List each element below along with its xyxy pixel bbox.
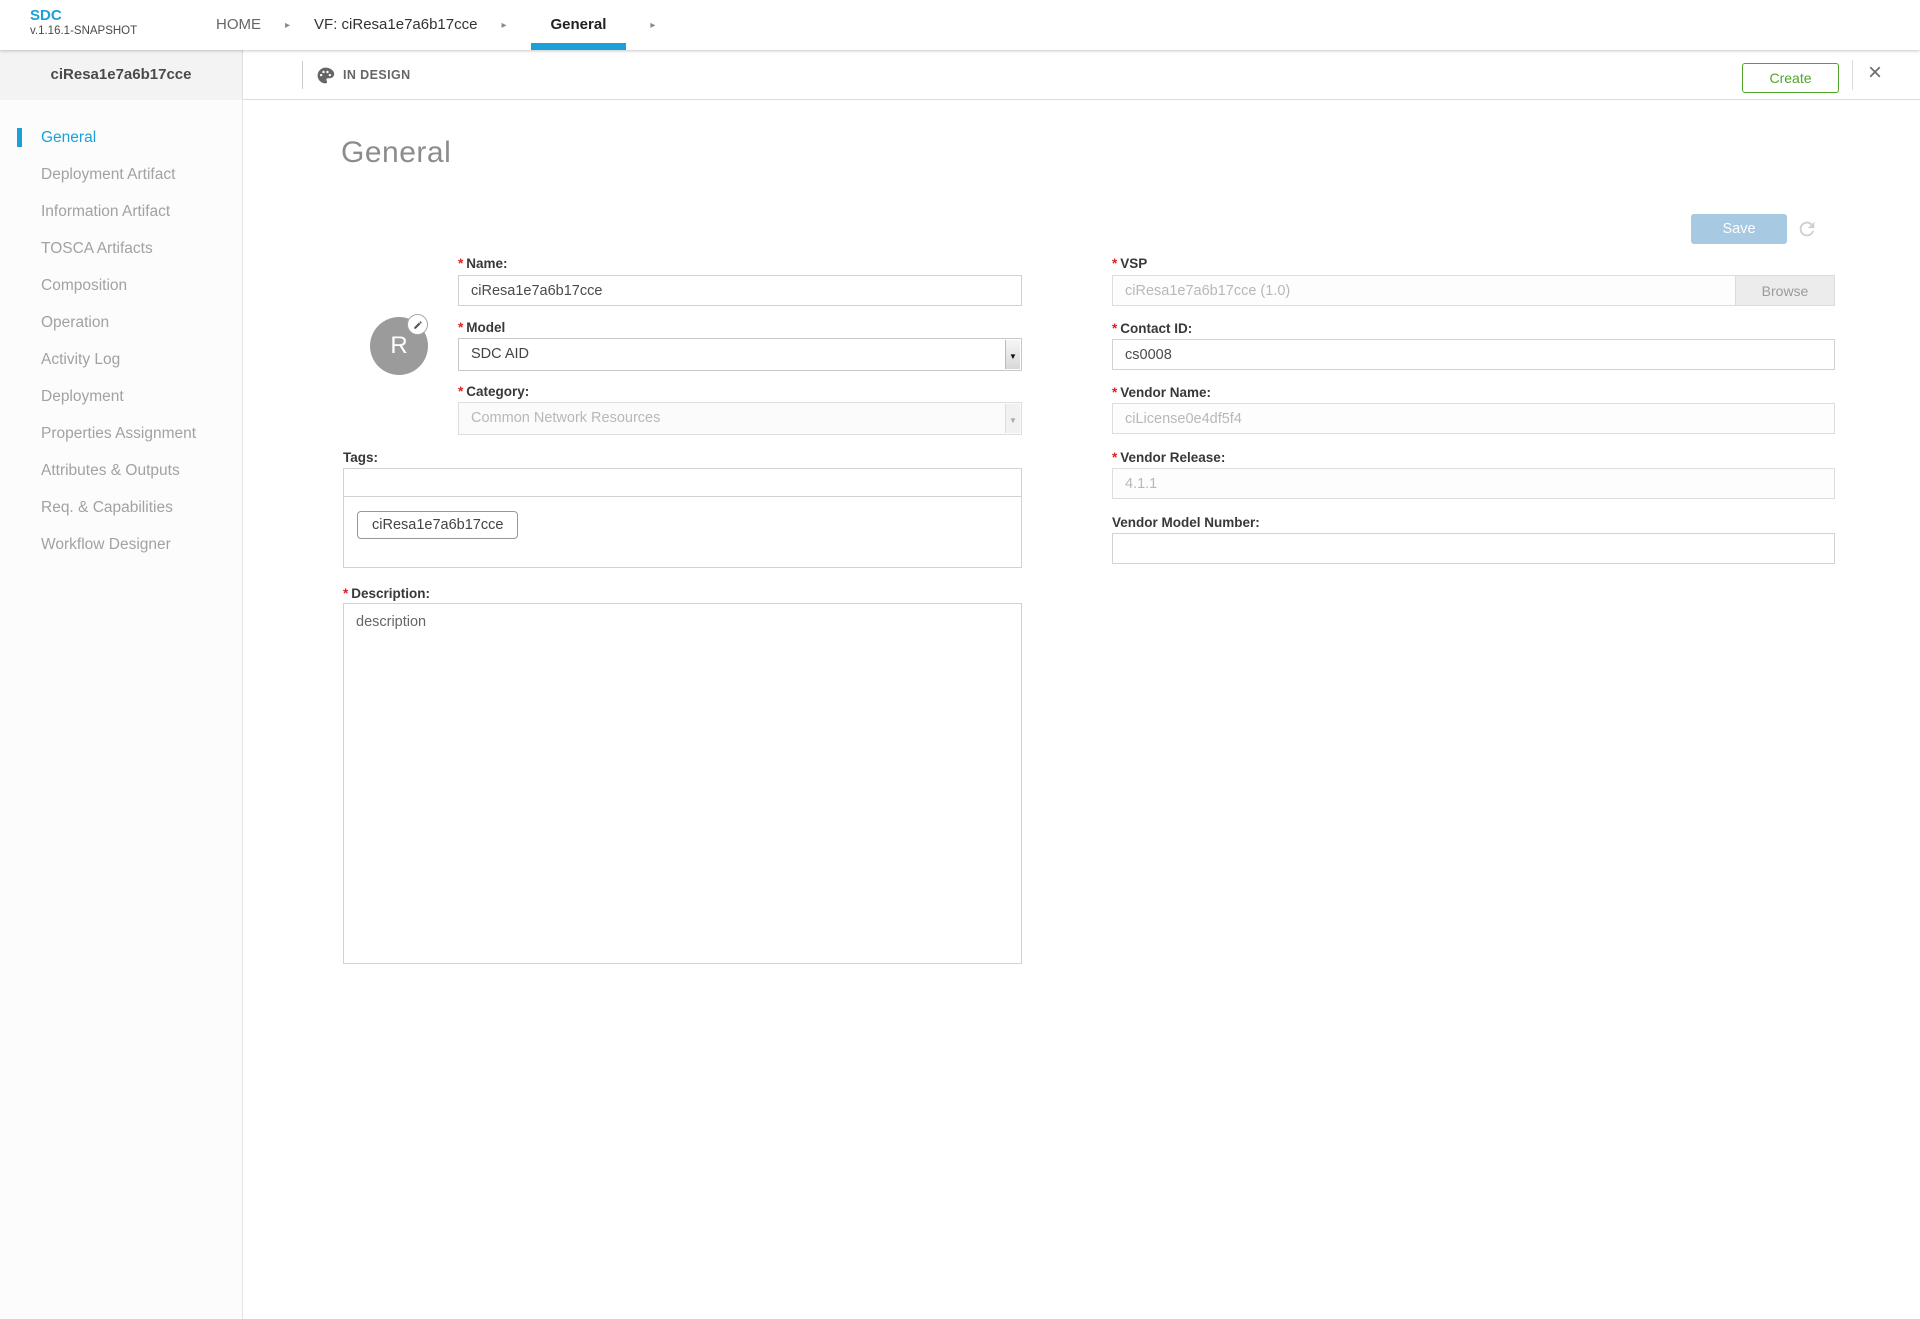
page-title: General — [341, 136, 451, 170]
name-label: *Name: — [458, 256, 508, 271]
chevron-down-icon: ▼ — [1005, 404, 1020, 433]
close-icon[interactable]: × — [1858, 50, 1892, 100]
edit-avatar-icon[interactable] — [407, 314, 428, 335]
tags-label: Tags: — [343, 450, 378, 465]
sidebar-item-operation[interactable]: Operation — [0, 304, 242, 341]
category-select-value: Common Network Resources — [471, 410, 660, 426]
breadcrumb-vf[interactable]: VF: ciResa1e7a6b17cce — [314, 0, 477, 50]
breadcrumb-home[interactable]: HOME — [216, 0, 261, 50]
tag-chip[interactable]: ciResa1e7a6b17cce — [357, 511, 518, 539]
top-nav: SDC v.1.16.1-SNAPSHOT HOME ▸ VF: ciResa1… — [0, 0, 1920, 50]
name-input[interactable] — [458, 275, 1022, 306]
vendor-release-input — [1112, 468, 1835, 499]
content-header: ciResa1e7a6b17cce IN DESIGN Create × — [0, 50, 1920, 100]
vendor-name-label: *Vendor Name: — [1112, 385, 1211, 400]
refresh-icon[interactable] — [1796, 218, 1818, 240]
vendor-model-number-label: Vendor Model Number: — [1112, 515, 1260, 530]
breadcrumb-general-active[interactable]: General — [531, 0, 627, 50]
vendor-model-number-input[interactable] — [1112, 533, 1835, 564]
sidebar-item-deployment[interactable]: Deployment — [0, 378, 242, 415]
category-select: Common Network Resources ▼ — [458, 402, 1022, 435]
sidebar-item-properties-assignment[interactable]: Properties Assignment — [0, 415, 242, 452]
sidebar-item-workflow-designer[interactable]: Workflow Designer — [0, 526, 242, 563]
lifecycle-status: IN DESIGN — [316, 50, 411, 100]
vsp-input — [1112, 275, 1736, 306]
sidebar-item-tosca-artifacts[interactable]: TOSCA Artifacts — [0, 230, 242, 267]
chevron-down-icon: ▼ — [1005, 340, 1020, 369]
create-button[interactable]: Create — [1742, 63, 1839, 93]
app-version: v.1.16.1-SNAPSHOT — [30, 24, 137, 38]
description-textarea[interactable]: description — [343, 603, 1022, 964]
app-name: SDC — [30, 7, 137, 24]
chevron-right-icon: ▸ — [650, 20, 655, 31]
sidebar-item-activity-log[interactable]: Activity Log — [0, 341, 242, 378]
sidebar-item-deployment-artifact[interactable]: Deployment Artifact — [0, 156, 242, 193]
tags-input[interactable] — [343, 468, 1022, 497]
sidebar: General Deployment Artifact Information … — [0, 100, 243, 1319]
chevron-right-icon: ▸ — [501, 20, 506, 31]
divider — [1852, 60, 1853, 90]
vendor-release-label: *Vendor Release: — [1112, 450, 1225, 465]
sidebar-item-general[interactable]: General — [0, 119, 242, 156]
model-select-value: SDC AID — [471, 346, 529, 362]
chevron-right-icon: ▸ — [285, 20, 290, 31]
sidebar-menu: General Deployment Artifact Information … — [0, 100, 242, 563]
sidebar-item-composition[interactable]: Composition — [0, 267, 242, 304]
sdc-logo[interactable]: SDC v.1.16.1-SNAPSHOT — [30, 7, 137, 38]
category-label: *Category: — [458, 384, 529, 399]
status-badge: IN DESIGN — [343, 68, 411, 82]
sidebar-item-req-capabilities[interactable]: Req. & Capabilities — [0, 489, 242, 526]
breadcrumb: HOME ▸ VF: ciResa1e7a6b17cce ▸ General ▸ — [216, 0, 655, 50]
avatar-initial: R — [390, 332, 407, 359]
contact-id-label: *Contact ID: — [1112, 321, 1192, 336]
sidebar-item-attributes-outputs[interactable]: Attributes & Outputs — [0, 452, 242, 489]
vendor-name-input — [1112, 403, 1835, 434]
save-button[interactable]: Save — [1691, 214, 1787, 244]
browse-button[interactable]: Browse — [1735, 275, 1835, 306]
description-label: *Description: — [343, 586, 430, 601]
avatar: R — [370, 317, 428, 375]
model-select[interactable]: SDC AID ▼ — [458, 338, 1022, 371]
model-label: *Model — [458, 320, 505, 335]
contact-id-input[interactable] — [1112, 339, 1835, 370]
breadcrumb-general-label: General — [551, 16, 607, 33]
entity-name: ciResa1e7a6b17cce — [0, 50, 243, 100]
sidebar-item-information-artifact[interactable]: Information Artifact — [0, 193, 242, 230]
tags-container: ciResa1e7a6b17cce — [343, 496, 1022, 568]
vsp-label: *VSP — [1112, 256, 1147, 271]
divider — [302, 61, 303, 89]
palette-icon — [316, 66, 335, 85]
